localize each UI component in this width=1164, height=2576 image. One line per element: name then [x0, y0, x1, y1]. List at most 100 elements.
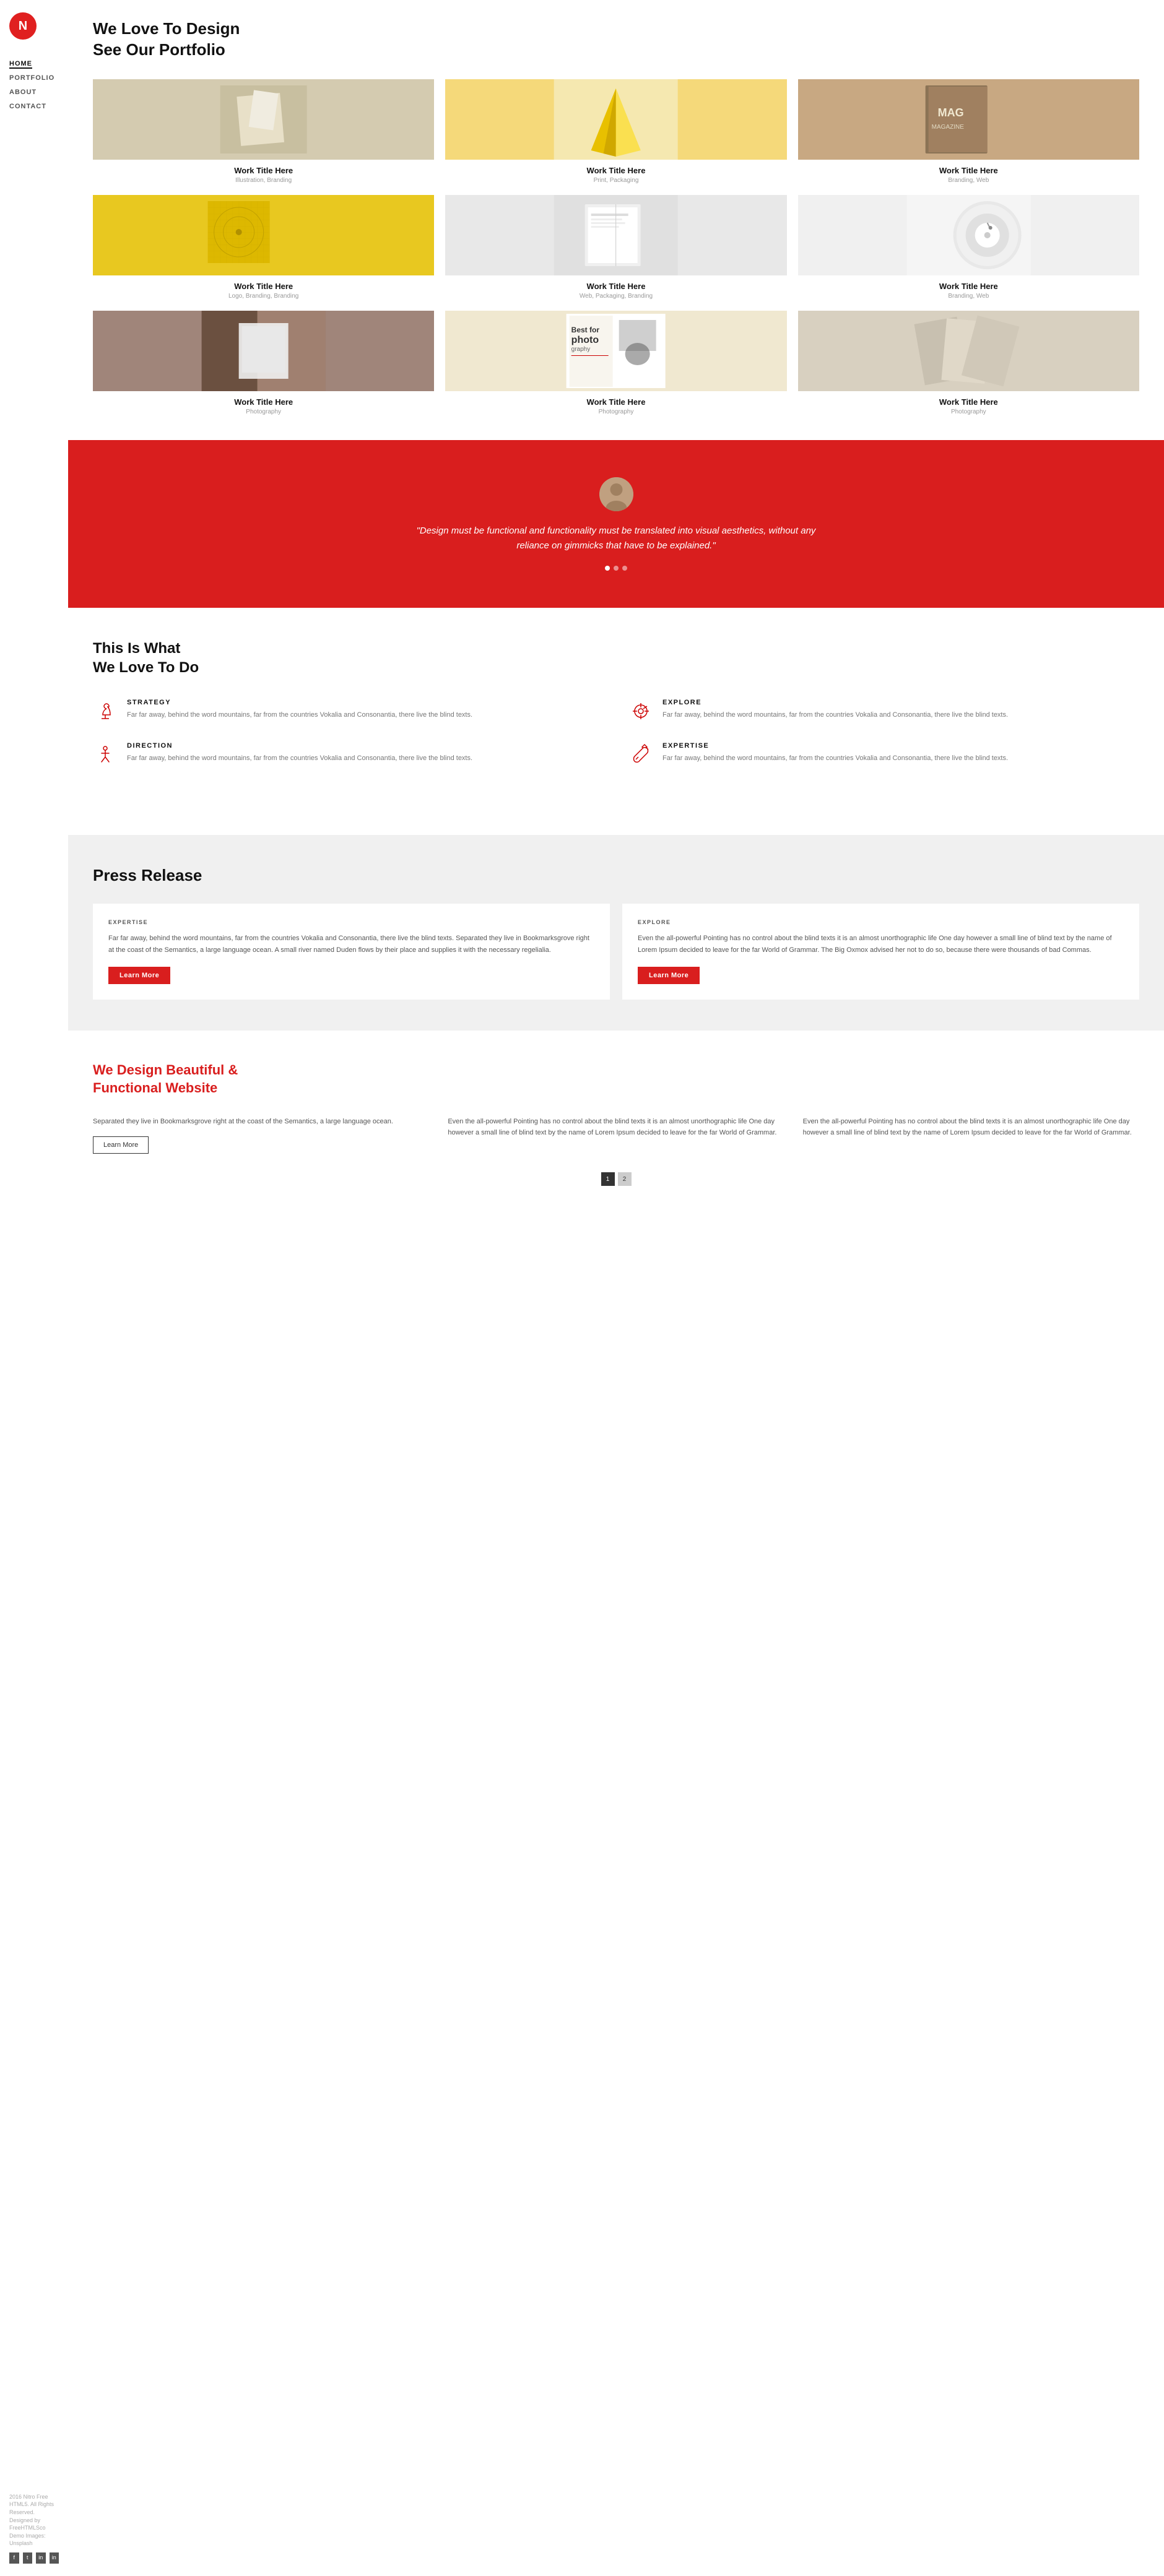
- testimonial-avatar: [599, 477, 633, 511]
- bottom-col-0: Separated they live in Bookmarksgrove ri…: [93, 1116, 429, 1154]
- bottom-learn-more-button[interactable]: Learn More: [93, 1136, 149, 1154]
- service-icon-crosshair: [628, 699, 653, 724]
- main-content: We Love To Design See Our Portfolio Work…: [68, 0, 1164, 2576]
- services-title: This Is What We Love To Do: [93, 639, 1139, 677]
- service-desc: Far far away, behind the word mountains,…: [662, 710, 1008, 721]
- nav-item-home[interactable]: HOME: [9, 60, 32, 69]
- portfolio-item-title: Work Title Here: [445, 397, 786, 407]
- portfolio-item-title: Work Title Here: [798, 166, 1139, 175]
- service-item-0: STRATEGYFar far away, behind the word mo…: [93, 699, 604, 724]
- testimonial-section: "Design must be functional and functiona…: [68, 440, 1164, 608]
- press-card-tag: EXPLORE: [638, 919, 1124, 925]
- portfolio-item-subtitle: Logo, Branding, Branding: [93, 293, 434, 300]
- portfolio-item-subtitle: Photography: [93, 408, 434, 415]
- nav-item-portfolio[interactable]: PORTFOLIO: [9, 74, 54, 82]
- portfolio-title: We Love To Design See Our Portfolio: [93, 19, 1139, 61]
- portfolio-item-subtitle: Print, Packaging: [445, 177, 786, 184]
- portfolio-section: We Love To Design See Our Portfolio Work…: [93, 19, 1139, 415]
- dot-1[interactable]: [605, 566, 610, 571]
- page-num-1[interactable]: 1: [601, 1172, 615, 1186]
- portfolio-item-2[interactable]: MAG MAGAZINE Work Title Here Branding, We…: [798, 79, 1139, 184]
- portfolio-item-title: Work Title Here: [798, 397, 1139, 407]
- social-icon-1[interactable]: t: [23, 2552, 33, 2564]
- service-desc: Far far away, behind the word mountains,…: [127, 753, 472, 764]
- bottom-grid: Separated they live in Bookmarksgrove ri…: [93, 1116, 1139, 1154]
- press-section: Press Release EXPERTISE Far far away, beh…: [68, 835, 1164, 1031]
- press-card-1: EXPLORE Even the all-powerful Pointing ha…: [622, 904, 1139, 1000]
- portfolio-item-8[interactable]: Work Title HerePhotography: [798, 311, 1139, 415]
- portfolio-item-title: Work Title Here: [445, 282, 786, 291]
- testimonial-quote: "Design must be functional and functiona…: [399, 524, 833, 553]
- service-item-2: DIRECTION Far far away, behind the word m…: [93, 742, 604, 767]
- service-desc: Far far away, behind the word mountains,…: [127, 710, 472, 721]
- portfolio-item-title: Work Title Here: [798, 282, 1139, 291]
- dot-3[interactable]: [622, 566, 627, 571]
- social-icons: ftinin: [9, 2552, 59, 2564]
- services-line2: We Love To Do: [93, 659, 199, 676]
- bottom-heading: We Design Beautiful & Functional Website: [93, 1061, 1139, 1097]
- pagination: 12: [93, 1172, 1139, 1186]
- svg-text:photo: photo: [571, 335, 599, 345]
- press-heading: Press Release: [93, 866, 1139, 885]
- service-desc: Far far away, behind the word mountains,…: [662, 753, 1008, 764]
- services-section: This Is What We Love To Do STRATEGYFar f…: [93, 639, 1139, 767]
- press-card-tag: EXPERTISE: [108, 919, 594, 925]
- portfolio-item-subtitle: Photography: [445, 408, 786, 415]
- portfolio-header: We Love To Design See Our Portfolio: [93, 19, 1139, 61]
- portfolio-item-3[interactable]: Work Title Here Logo, Branding, Branding: [93, 195, 434, 300]
- portfolio-item-title: Work Title Here: [93, 166, 434, 175]
- portfolio-item-subtitle: Illustration, Branding: [93, 177, 434, 184]
- page-num-2[interactable]: 2: [618, 1172, 632, 1186]
- service-icon-chess-knight: [93, 699, 118, 724]
- portfolio-item-subtitle: Branding, Web: [798, 177, 1139, 184]
- service-icon-wrench: [628, 742, 653, 767]
- social-icon-0[interactable]: f: [9, 2552, 19, 2564]
- bottom-col-text-2: Even the all-powerful Pointing has no co…: [803, 1116, 1139, 1139]
- nav-item-about[interactable]: ABOUT: [9, 89, 37, 96]
- portfolio-item-1[interactable]: Work Title Here Print, Packaging: [445, 79, 786, 184]
- bottom-col-1: Even the all-powerful Pointing has no co…: [448, 1116, 784, 1154]
- portfolio-item-subtitle: Branding, Web: [798, 293, 1139, 300]
- press-learn-more-button-1[interactable]: Learn More: [638, 967, 700, 984]
- press-card-text: Even the all-powerful Pointing has no co…: [638, 933, 1124, 956]
- svg-text:graphy: graphy: [571, 346, 591, 353]
- portfolio-grid: Work Title Here Illustration, Branding Wo…: [93, 79, 1139, 415]
- portfolio-item-5[interactable]: Work Title Here Branding, Web: [798, 195, 1139, 300]
- portfolio-item-title: Work Title Here: [93, 282, 434, 291]
- sidebar: N HOME PORTFOLIO ABOUT CONTACT 2016 Nitro F…: [0, 0, 68, 2576]
- portfolio-item-7[interactable]: Best for photo graphy Work Title HerePho…: [445, 311, 786, 415]
- sidebar-footer: 2016 Nitro Free HTML5. All Rights Reserv…: [9, 2493, 59, 2564]
- portfolio-item-subtitle: Web, Packaging, Branding: [445, 293, 786, 300]
- portfolio-item-subtitle: Photography: [798, 408, 1139, 415]
- portfolio-item-4[interactable]: Work Title Here Web, Packaging, Branding: [445, 195, 786, 300]
- bottom-line1: We Design Beautiful &: [93, 1062, 238, 1078]
- service-icon-person-yoga: [93, 742, 118, 767]
- social-icon-2[interactable]: in: [36, 2552, 46, 2564]
- testimonial-dots: [93, 566, 1139, 571]
- service-item-3: EXPERTISEFar far away, behind the word m…: [628, 742, 1139, 767]
- press-card-text: Far far away, behind the word mountains,…: [108, 933, 594, 956]
- portfolio-item-0[interactable]: Work Title Here Illustration, Branding: [93, 79, 434, 184]
- main-nav: HOME PORTFOLIO ABOUT CONTACT: [9, 58, 59, 115]
- portfolio-item-6[interactable]: Work Title HerePhotography: [93, 311, 434, 415]
- dot-2[interactable]: [614, 566, 619, 571]
- portfolio-item-title: Work Title Here: [445, 166, 786, 175]
- bottom-col-2: Even the all-powerful Pointing has no co…: [803, 1116, 1139, 1154]
- press-learn-more-button-0[interactable]: Learn More: [108, 967, 170, 984]
- portfolio-item-title: Work Title Here: [93, 397, 434, 407]
- bottom-section: We Design Beautiful & Functional Website…: [93, 1031, 1139, 1211]
- svg-text:MAGAZINE: MAGAZINE: [931, 124, 964, 131]
- social-icon-3[interactable]: in: [50, 2552, 59, 2564]
- svg-text:MAG: MAG: [937, 106, 963, 119]
- service-title: DIRECTION: [127, 742, 472, 750]
- press-grid: EXPERTISE Far far away, behind the word m…: [93, 904, 1139, 1000]
- logo-letter: N: [19, 19, 27, 33]
- bottom-col-text-1: Even the all-powerful Pointing has no co…: [448, 1116, 784, 1139]
- press-card-0: EXPERTISE Far far away, behind the word m…: [93, 904, 610, 1000]
- bottom-line2: Functional Website: [93, 1080, 217, 1096]
- logo[interactable]: N: [9, 12, 37, 40]
- header-line1: We Love To Design: [93, 19, 240, 38]
- nav-item-contact[interactable]: CONTACT: [9, 103, 46, 110]
- services-line1: This Is What: [93, 640, 180, 657]
- svg-text:Best for: Best for: [571, 326, 600, 334]
